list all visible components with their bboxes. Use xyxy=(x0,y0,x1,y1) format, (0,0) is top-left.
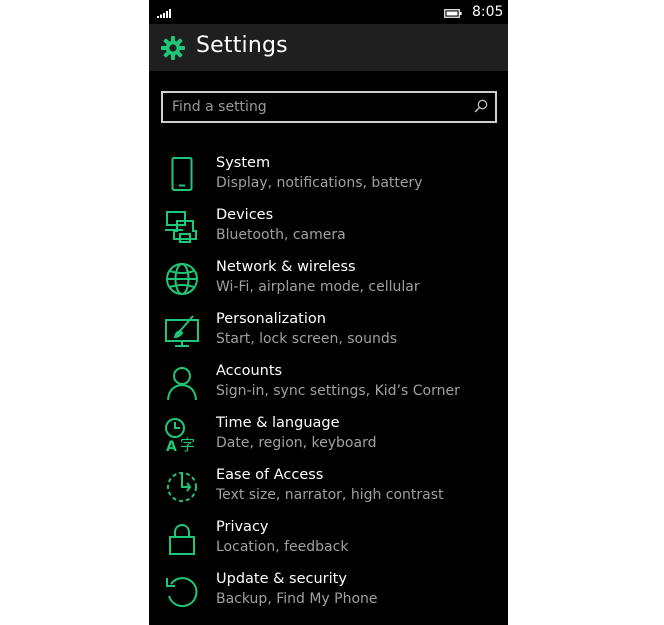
settings-item-devices[interactable]: Devices Bluetooth, camera xyxy=(149,200,508,252)
settings-item-accounts[interactable]: Accounts Sign-in, sync settings, Kid’s C… xyxy=(149,356,508,408)
update-icon xyxy=(166,577,198,608)
item-title: Devices xyxy=(216,207,274,223)
search-icon[interactable] xyxy=(474,99,488,113)
item-subtitle: Display, notifications, battery xyxy=(216,175,423,191)
search-input[interactable] xyxy=(163,93,463,121)
status-bar: 8:05 xyxy=(149,0,508,24)
svg-text:字: 字 xyxy=(180,436,195,454)
phone-icon xyxy=(171,157,193,191)
item-title: System xyxy=(216,155,271,171)
settings-item-network-wireless[interactable]: Network & wireless Wi-Fi, airplane mode,… xyxy=(149,252,508,304)
svg-text:A: A xyxy=(166,439,177,454)
title-bar: Settings xyxy=(149,24,508,71)
item-title: Privacy xyxy=(216,519,269,535)
item-title: Accounts xyxy=(216,363,283,379)
settings-item-privacy[interactable]: Privacy Location, feedback xyxy=(149,512,508,564)
item-title: Time & language xyxy=(216,415,340,431)
lock-icon xyxy=(169,524,195,555)
item-subtitle: Date, region, keyboard xyxy=(216,435,377,451)
item-subtitle: Wi-Fi, airplane mode, cellular xyxy=(216,279,420,295)
ease-of-access-icon xyxy=(167,472,197,502)
settings-item-system[interactable]: System Display, notifications, battery xyxy=(149,148,508,200)
devices-icon xyxy=(165,211,197,243)
page-title: Settings xyxy=(196,33,288,58)
phone-screen: 8:05 Settings Find a setting System Disp… xyxy=(149,0,508,625)
globe-icon xyxy=(166,263,198,295)
item-subtitle: Sign-in, sync settings, Kid’s Corner xyxy=(216,383,460,399)
search-box[interactable] xyxy=(161,91,497,123)
status-time: 8:05 xyxy=(472,4,504,20)
person-icon xyxy=(167,367,197,401)
time-language-icon: A 字 xyxy=(165,418,195,454)
item-title: Network & wireless xyxy=(216,259,356,275)
battery-icon xyxy=(444,9,462,18)
settings-list: System Display, notifications, battery D… xyxy=(149,148,508,616)
settings-item-time-language[interactable]: A 字 Time & language Date, region, keyboa… xyxy=(149,408,508,460)
item-subtitle: Bluetooth, camera xyxy=(216,227,346,243)
item-subtitle: Text size, narrator, high contrast xyxy=(216,487,444,503)
settings-item-ease-of-access[interactable]: Ease of Access Text size, narrator, high… xyxy=(149,460,508,512)
settings-item-personalization[interactable]: Personalization Start, lock screen, soun… xyxy=(149,304,508,356)
item-title: Personalization xyxy=(216,311,326,327)
paint-icon xyxy=(165,315,199,347)
signal-strength-icon xyxy=(157,9,171,18)
item-title: Ease of Access xyxy=(216,467,324,483)
settings-item-update-security[interactable]: Update & security Backup, Find My Phone xyxy=(149,564,508,616)
item-subtitle: Location, feedback xyxy=(216,539,349,555)
item-subtitle: Backup, Find My Phone xyxy=(216,591,378,607)
item-subtitle: Start, lock screen, sounds xyxy=(216,331,398,347)
item-title: Update & security xyxy=(216,571,347,587)
gear-icon xyxy=(161,36,185,60)
